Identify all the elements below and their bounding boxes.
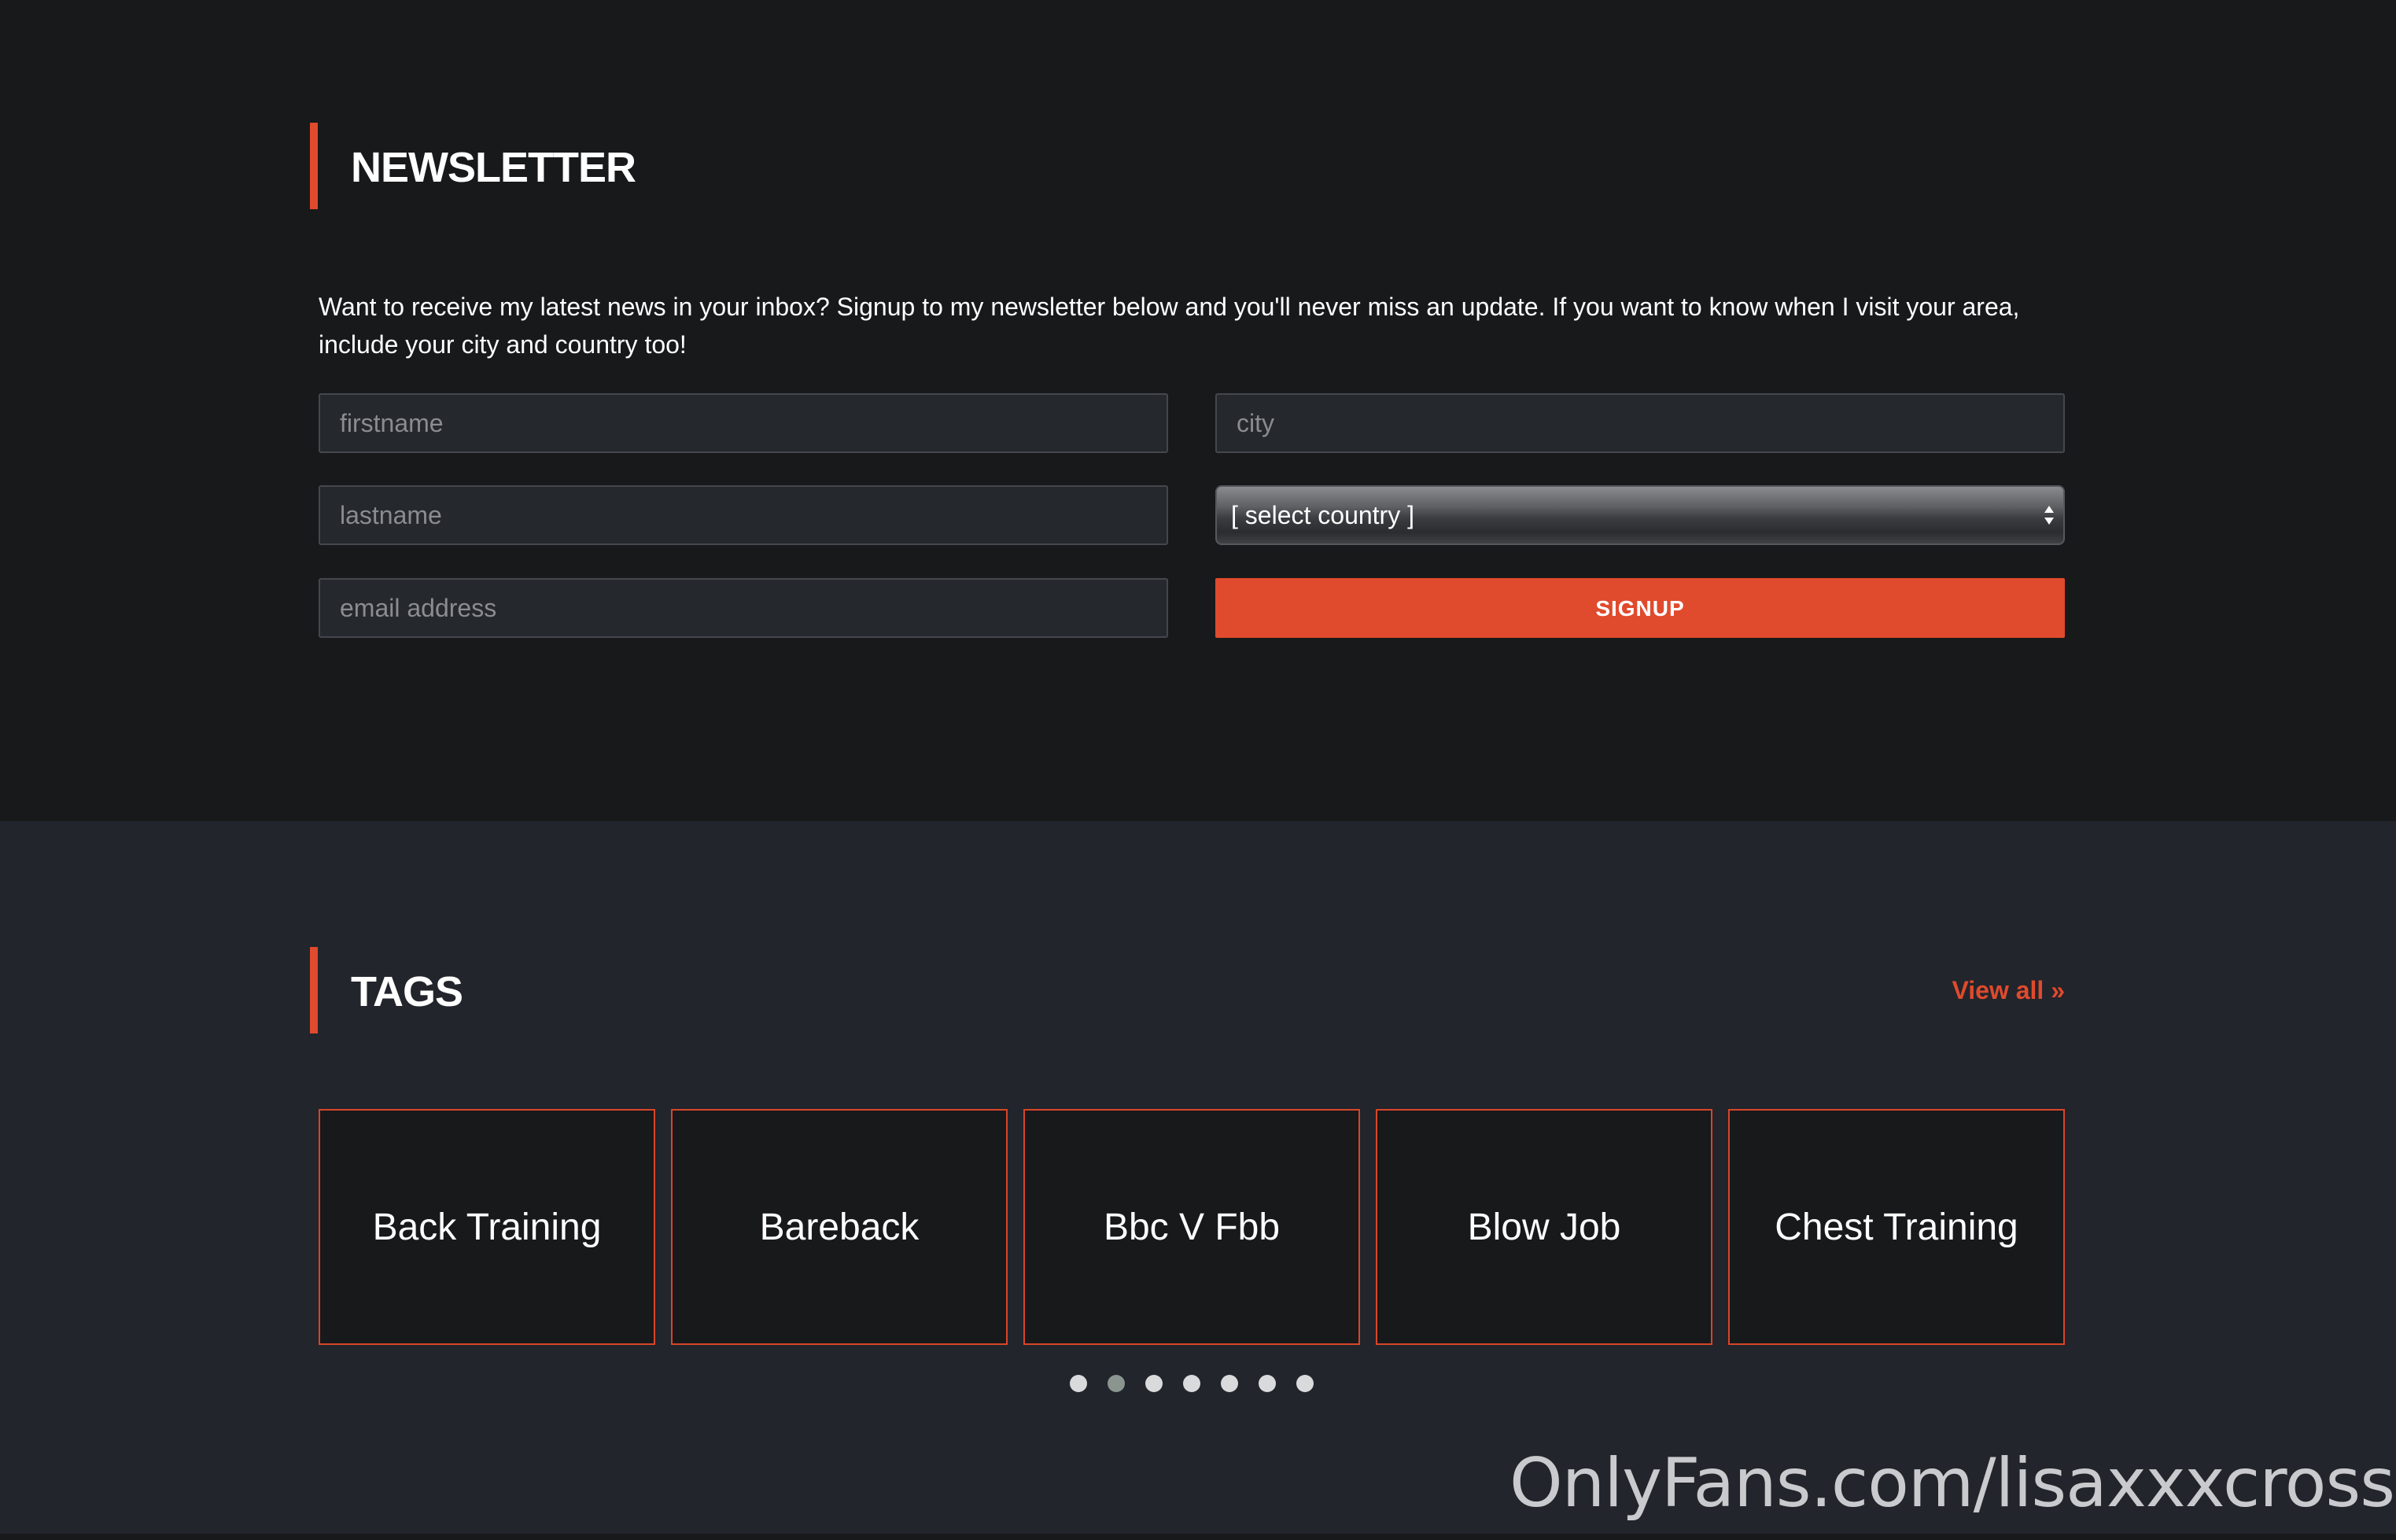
carousel-dot[interactable]	[1259, 1375, 1276, 1392]
carousel-dot[interactable]	[1145, 1375, 1163, 1392]
newsletter-intro-text: Want to receive my latest news in your i…	[319, 293, 2020, 359]
city-input[interactable]	[1215, 393, 2065, 453]
firstname-input[interactable]	[319, 393, 1168, 453]
view-all-tags-link[interactable]: View all »	[1952, 976, 2066, 1005]
country-select-value: [ select country ]	[1231, 501, 1414, 529]
tag-label: Blow Job	[1467, 1206, 1621, 1248]
tags-carousel: Back Training Bareback Bbc V Fbb Blow Jo…	[319, 1109, 2065, 1345]
tag-card-back-training[interactable]: Back Training	[319, 1109, 655, 1345]
country-select[interactable]: [ select country ]	[1215, 485, 2065, 545]
newsletter-heading-accent-bar	[310, 123, 318, 209]
tags-heading-accent-bar	[310, 947, 318, 1033]
tag-label: Back Training	[372, 1206, 602, 1248]
page-bottom-strip	[0, 1534, 2396, 1540]
carousel-dot[interactable]	[1221, 1375, 1238, 1392]
tag-card-blow-job[interactable]: Blow Job	[1376, 1109, 1712, 1345]
select-updown-arrows-icon	[2044, 506, 2054, 525]
tags-title: TAGS	[351, 968, 463, 1015]
tag-label: Bareback	[759, 1206, 920, 1248]
tag-card-bbc-v-fbb[interactable]: Bbc V Fbb	[1023, 1109, 1360, 1345]
carousel-dot[interactable]	[1108, 1375, 1125, 1392]
watermark-text: OnlyFans.com/lisaxxxcross	[1509, 1444, 2395, 1523]
newsletter-title: NEWSLETTER	[351, 144, 636, 191]
carousel-dot[interactable]	[1070, 1375, 1087, 1392]
tag-card-chest-training[interactable]: Chest Training	[1728, 1109, 2065, 1345]
lastname-input[interactable]	[319, 485, 1168, 545]
newsletter-section: NEWSLETTER Want to receive my latest new…	[0, 0, 2396, 821]
signup-button[interactable]: SIGNUP	[1215, 578, 2065, 638]
tag-card-bareback[interactable]: Bareback	[671, 1109, 1008, 1345]
email-input[interactable]	[319, 578, 1168, 638]
carousel-dot[interactable]	[1296, 1375, 1314, 1392]
carousel-dot[interactable]	[1183, 1375, 1200, 1392]
tag-label: Bbc V Fbb	[1103, 1206, 1281, 1248]
tag-label: Chest Training	[1775, 1206, 2018, 1248]
